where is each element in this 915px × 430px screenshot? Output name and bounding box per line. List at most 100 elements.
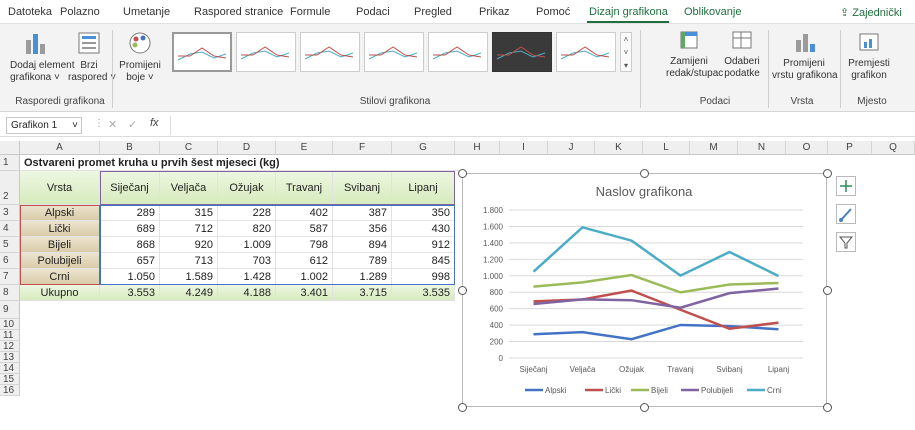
row-header-8[interactable]: 8 — [0, 285, 20, 301]
data-cell[interactable]: 315 — [160, 205, 218, 221]
chart-style-4[interactable] — [364, 32, 424, 72]
row-label[interactable]: Polubijeli — [20, 253, 100, 269]
column-header-k[interactable]: K — [595, 141, 643, 155]
header-month[interactable]: Travanj — [276, 171, 333, 205]
data-cell[interactable]: 912 — [392, 237, 455, 253]
move-chart-button[interactable]: Premjesti grafikon — [846, 30, 892, 82]
data-cell[interactable]: 350 — [392, 205, 455, 221]
column-header-m[interactable]: M — [690, 141, 738, 155]
tab-datoteka[interactable]: Datoteka — [8, 6, 52, 18]
total-cell[interactable]: 4.249 — [160, 285, 218, 301]
column-header-c[interactable]: C — [160, 141, 218, 155]
data-cell[interactable]: 713 — [160, 253, 218, 269]
row-header-9[interactable]: 9 — [0, 301, 20, 319]
tab-polazno[interactable]: Polazno — [60, 6, 100, 18]
row-header-1[interactable]: 1 — [0, 155, 20, 171]
cancel-icon[interactable]: ✕ — [108, 118, 117, 131]
quick-layout-button[interactable]: Brzi raspored ˅ — [68, 30, 116, 84]
column-header-g[interactable]: G — [392, 141, 455, 155]
tab-prikaz[interactable]: Prikaz — [479, 6, 510, 18]
select-all-corner[interactable] — [0, 141, 20, 155]
data-cell[interactable]: 798 — [276, 237, 333, 253]
row-header-4[interactable]: 4 — [0, 221, 20, 237]
row-header-10[interactable]: 10 — [0, 319, 20, 330]
data-cell[interactable]: 402 — [276, 205, 333, 221]
resize-handle[interactable] — [458, 286, 467, 295]
header-month[interactable]: Lipanj — [392, 171, 455, 205]
tab-oblikovanje[interactable]: Oblikovanje — [684, 6, 741, 18]
tab-pomoc[interactable]: Pomoć — [536, 6, 570, 18]
chart-styles-button[interactable] — [836, 204, 856, 224]
chart-style-5[interactable] — [428, 32, 488, 72]
series-line-bijeli[interactable] — [533, 273, 779, 294]
resize-handle[interactable] — [640, 403, 649, 412]
styles-scroll[interactable]: ˄ ˅ ▾ — [620, 32, 632, 72]
tab-podaci[interactable]: Podaci — [356, 6, 390, 18]
column-header-l[interactable]: L — [643, 141, 690, 155]
data-cell[interactable]: 894 — [333, 237, 392, 253]
change-chart-type-button[interactable]: Promijeni vrstu grafikona — [772, 30, 838, 82]
data-cell[interactable]: 356 — [333, 221, 392, 237]
column-header-b[interactable]: B — [100, 141, 160, 155]
add-chart-element-button[interactable]: Dodaj element grafikona ˅ — [10, 30, 74, 84]
resize-handle[interactable] — [823, 286, 832, 295]
row-header-15[interactable]: 15 — [0, 374, 20, 385]
data-cell[interactable]: 703 — [218, 253, 276, 269]
column-header-i[interactable]: I — [500, 141, 548, 155]
chart-legend[interactable]: Alpski Lički Bijeli Polubijeli Crni — [525, 386, 782, 395]
tab-formule[interactable]: Formule — [290, 6, 330, 18]
data-cell[interactable]: 820 — [218, 221, 276, 237]
data-cell[interactable]: 612 — [276, 253, 333, 269]
row-header-7[interactable]: 7 — [0, 269, 20, 285]
row-header-16[interactable]: 16 — [0, 385, 20, 396]
chart-style-1[interactable] — [172, 32, 232, 72]
row-header-11[interactable]: 11 — [0, 330, 20, 341]
chevron-down-icon[interactable]: ˅ — [72, 120, 78, 131]
chart-style-2[interactable] — [236, 32, 296, 72]
table-title[interactable]: Ostvareni promet kruha u prvih šest mjes… — [20, 155, 460, 171]
data-cell[interactable]: 587 — [276, 221, 333, 237]
row-header-14[interactable]: 14 — [0, 363, 20, 374]
chart-style-6[interactable] — [492, 32, 552, 72]
series-line-lički[interactable] — [533, 289, 779, 331]
total-cell[interactable]: 3.553 — [100, 285, 160, 301]
column-header-a[interactable]: A — [20, 141, 100, 155]
change-colors-button[interactable]: Promijeni boje ˅ — [118, 30, 162, 84]
tab-raspored-stranice[interactable]: Raspored stranice — [194, 6, 283, 18]
select-data-button[interactable]: Odaberi podatke — [721, 28, 763, 80]
formula-input[interactable] — [170, 116, 915, 135]
column-header-n[interactable]: N — [738, 141, 786, 155]
total-cell[interactable]: 3.715 — [333, 285, 392, 301]
enter-icon[interactable]: ✓ — [128, 118, 137, 131]
data-cell[interactable]: 1.009 — [218, 237, 276, 253]
chart-title[interactable]: Naslov grafikona — [596, 184, 694, 199]
column-header-p[interactable]: P — [828, 141, 872, 155]
total-cell[interactable]: 4.188 — [218, 285, 276, 301]
chart-object[interactable]: Naslov grafikona 0 200 400 600 800 1.000 1.200… — [462, 173, 827, 407]
data-cell[interactable]: 1.289 — [333, 269, 392, 285]
row-header-13[interactable]: 13 — [0, 352, 20, 363]
row-header-2[interactable]: 2 — [0, 171, 20, 205]
name-box[interactable]: Grafikon 1 ˅ — [6, 117, 82, 134]
data-cell[interactable]: 845 — [392, 253, 455, 269]
header-month[interactable]: Veljača — [160, 171, 218, 205]
data-cell[interactable]: 920 — [160, 237, 218, 253]
row-header-3[interactable]: 3 — [0, 205, 20, 221]
resize-handle[interactable] — [458, 169, 467, 178]
total-label[interactable]: Ukupno — [20, 285, 100, 301]
chart-style-7[interactable] — [556, 32, 616, 72]
column-header-f[interactable]: F — [333, 141, 392, 155]
chart-filters-button[interactable] — [836, 232, 856, 252]
scroll-down-icon[interactable]: ˅ — [621, 46, 631, 59]
row-header-5[interactable]: 5 — [0, 237, 20, 253]
data-cell[interactable]: 998 — [392, 269, 455, 285]
data-cell[interactable]: 289 — [100, 205, 160, 221]
scroll-up-icon[interactable]: ˄ — [621, 33, 631, 46]
switch-row-column-button[interactable]: Zamijeni redak/stupac — [666, 28, 723, 80]
chart-elements-button[interactable] — [836, 176, 856, 196]
data-cell[interactable]: 689 — [100, 221, 160, 237]
row-label[interactable]: Alpski — [20, 205, 100, 221]
total-cell[interactable]: 3.535 — [392, 285, 455, 301]
header-vrsta[interactable]: Vrsta — [20, 171, 100, 205]
row-header-12[interactable]: 12 — [0, 341, 20, 352]
